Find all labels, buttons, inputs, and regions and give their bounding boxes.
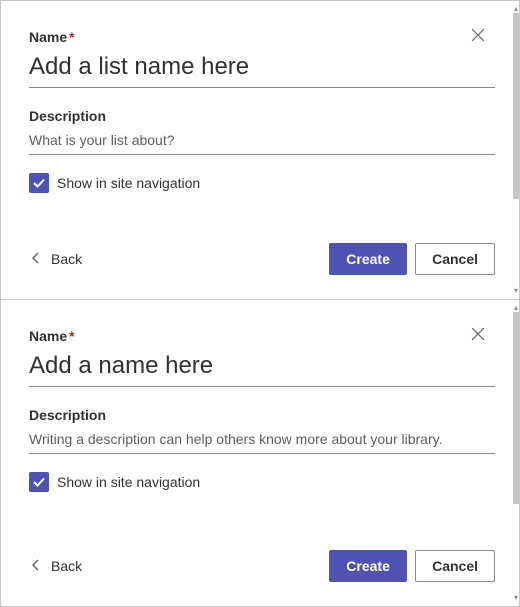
scroll-track[interactable] <box>513 312 519 594</box>
description-label: Description <box>29 108 495 124</box>
scroll-up-arrow-icon[interactable]: ▴ <box>514 304 518 312</box>
description-input[interactable] <box>29 130 495 155</box>
back-button[interactable]: Back <box>29 554 84 578</box>
chevron-left-icon <box>31 251 41 267</box>
create-button[interactable]: Create <box>329 550 407 582</box>
back-label: Back <box>51 251 82 267</box>
create-list-dialog: Name* Description Show in site navigatio… <box>1 1 519 299</box>
scroll-up-arrow-icon[interactable]: ▴ <box>514 5 518 13</box>
scroll-down-arrow-icon[interactable]: ▾ <box>514 287 518 295</box>
chevron-left-icon <box>31 558 41 574</box>
scrollbar[interactable]: ▴ ▾ <box>513 304 519 602</box>
scroll-down-arrow-icon[interactable]: ▾ <box>514 594 518 602</box>
show-in-nav-checkbox[interactable] <box>29 472 49 492</box>
cancel-button[interactable]: Cancel <box>415 243 495 275</box>
scroll-track[interactable] <box>513 13 519 287</box>
scroll-thumb[interactable] <box>513 13 519 199</box>
required-indicator: * <box>69 29 74 45</box>
description-input[interactable] <box>29 429 495 454</box>
check-icon <box>32 475 46 489</box>
create-library-dialog: Name* Description Show in site navigatio… <box>1 299 519 606</box>
name-label: Name* <box>29 29 495 45</box>
show-in-nav-label[interactable]: Show in site navigation <box>57 474 200 490</box>
scrollbar[interactable]: ▴ ▾ <box>513 5 519 295</box>
check-icon <box>32 176 46 190</box>
back-button[interactable]: Back <box>29 247 84 271</box>
back-label: Back <box>51 558 82 574</box>
close-button[interactable] <box>471 326 487 342</box>
cancel-button[interactable]: Cancel <box>415 550 495 582</box>
required-indicator: * <box>69 328 74 344</box>
name-input[interactable] <box>29 350 495 387</box>
name-label: Name* <box>29 328 495 344</box>
show-in-nav-checkbox[interactable] <box>29 173 49 193</box>
close-icon <box>471 28 485 42</box>
close-icon <box>471 327 485 341</box>
scroll-thumb[interactable] <box>513 312 519 504</box>
name-input[interactable] <box>29 51 495 88</box>
show-in-nav-label[interactable]: Show in site navigation <box>57 175 200 191</box>
close-button[interactable] <box>471 27 487 43</box>
description-label: Description <box>29 407 495 423</box>
create-button[interactable]: Create <box>329 243 407 275</box>
